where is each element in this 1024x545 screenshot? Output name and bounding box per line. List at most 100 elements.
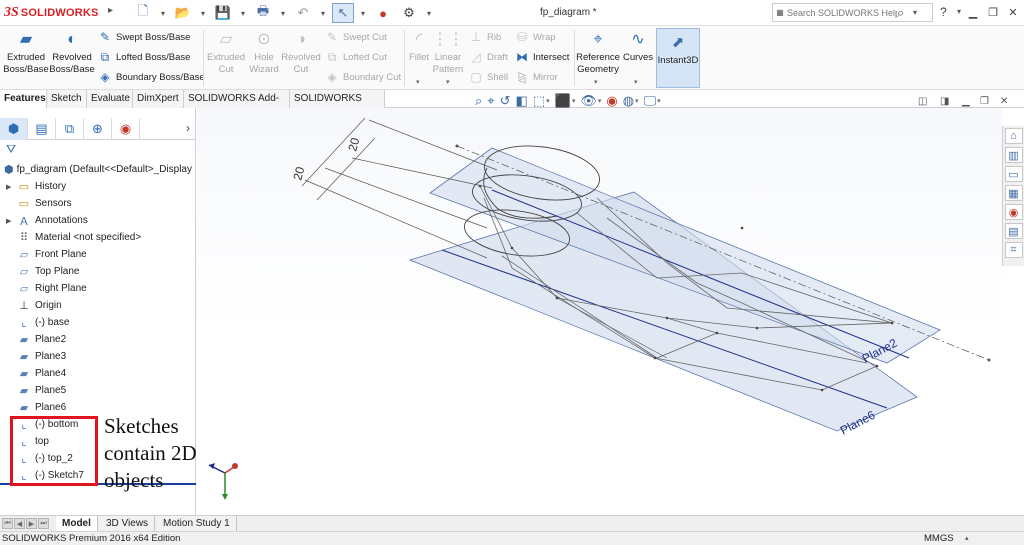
new-document-icon[interactable]: 🗋 xyxy=(132,3,154,23)
logo-menu-arrow-icon[interactable]: ▸ xyxy=(108,5,118,21)
instant3d-button[interactable]: ⬈ Instant3D xyxy=(656,28,700,88)
wrap-button[interactable]: ⛁ Wrap xyxy=(514,28,556,46)
revolved-cut-button[interactable]: ◑ Revolved Cut xyxy=(281,30,321,76)
help-button[interactable]: ? xyxy=(940,5,947,19)
view-palette-icon[interactable]: ▦ xyxy=(1004,185,1023,201)
linear-pattern-button[interactable]: ⋮⋮ Linear Pattern xyxy=(432,30,464,76)
display-style-icon[interactable]: ⬛ xyxy=(555,93,571,109)
search-icon[interactable]: ⌕ xyxy=(897,5,913,21)
save-icon[interactable]: 💾 xyxy=(212,3,234,23)
configuration-manager-tab-icon[interactable]: ⧉ xyxy=(56,117,84,140)
close-icon[interactable]: ✕ xyxy=(1005,4,1021,20)
print-dropdown-icon[interactable]: ▾ xyxy=(278,3,288,23)
fillet-button[interactable]: ◜ Fillet xyxy=(406,30,432,64)
tab-features[interactable]: Features xyxy=(0,90,47,108)
scroll-first-icon[interactable]: ⏮ xyxy=(2,518,13,529)
minimize-icon[interactable]: ▁ xyxy=(965,4,981,20)
tree-item-annotations[interactable]: ▶ Ａ Annotations xyxy=(6,212,88,229)
viewport-expand-icon[interactable]: ◫ xyxy=(918,96,927,107)
expand-arrow-icon[interactable]: ▶ xyxy=(6,183,16,191)
rebuild-traffic-light-icon[interactable]: ● xyxy=(372,3,394,23)
revolved-boss-button[interactable]: ◐ Revolved Boss/Base xyxy=(49,30,94,76)
tree-item-base[interactable]: ⌞ (-) base xyxy=(6,314,69,331)
file-explorer-icon[interactable]: ▭ xyxy=(1004,166,1023,182)
previous-view-icon[interactable]: ↺ xyxy=(500,93,511,109)
units-selector[interactable]: MMGS xyxy=(924,532,954,545)
expand-arrow-icon[interactable]: ▶ xyxy=(6,217,16,225)
property-manager-tab-icon[interactable]: ▤ xyxy=(28,117,56,140)
zoom-to-fit-icon[interactable]: ⌕ xyxy=(475,93,482,109)
curves-button[interactable]: ∿ Curves xyxy=(622,30,654,64)
forum-icon[interactable]: ⌗ xyxy=(1004,242,1023,258)
rib-button[interactable]: ⊥ Rib xyxy=(468,28,502,46)
solidworks-resources-icon[interactable]: ⌂ xyxy=(1004,128,1023,144)
search-box[interactable]: ▦ ⌕ ▾ xyxy=(772,3,933,22)
swept-boss-button[interactable]: ✎ Swept Boss/Base xyxy=(97,28,191,46)
open-folder-icon[interactable]: 📂 xyxy=(172,3,194,23)
mirror-button[interactable]: ⧎ Mirror xyxy=(514,68,558,86)
hide-show-dropdown-icon[interactable]: ▾ xyxy=(598,97,602,105)
shell-button[interactable]: ▢ Shell xyxy=(468,68,508,86)
tree-item-origin[interactable]: ⊥ Origin xyxy=(6,297,61,314)
draft-button[interactable]: ◿ Draft xyxy=(468,48,507,66)
design-library-icon[interactable]: ▥ xyxy=(1004,147,1023,163)
lofted-boss-button[interactable]: ⧉ Lofted Boss/Base xyxy=(97,48,191,66)
view-settings-dropdown-icon[interactable]: ▾ xyxy=(657,97,661,105)
tree-item-right-plane[interactable]: ▱ Right Plane xyxy=(6,280,87,297)
open-dropdown-icon[interactable]: ▾ xyxy=(198,3,208,23)
swept-cut-button[interactable]: ✎ Swept Cut xyxy=(324,28,387,46)
tree-item-front-plane[interactable]: ▱ Front Plane xyxy=(6,246,87,263)
units-dropdown-icon[interactable]: ▴ xyxy=(965,532,969,545)
undo-dropdown-icon[interactable]: ▾ xyxy=(318,3,328,23)
view-orientation-icon[interactable]: ⬚ xyxy=(533,93,545,109)
hide-show-icon[interactable]: 👁 xyxy=(580,93,597,109)
tree-item-top-plane[interactable]: ▱ Top Plane xyxy=(6,263,80,280)
search-dropdown-icon[interactable]: ▾ xyxy=(913,8,923,17)
tree-item-plane6[interactable]: ▰ Plane6 xyxy=(6,399,66,416)
viewport-restore-icon[interactable]: ❐ xyxy=(980,96,989,107)
appearances-icon[interactable]: ◉ xyxy=(1004,204,1023,220)
intersect-button[interactable]: ⧓ Intersect xyxy=(514,48,569,66)
tree-item-plane5[interactable]: ▰ Plane5 xyxy=(6,382,66,399)
viewport-collapse-icon[interactable]: ◨ xyxy=(940,96,949,107)
scene-icon[interactable]: ◍ xyxy=(623,93,634,109)
lofted-cut-button[interactable]: ⧉ Lofted Cut xyxy=(324,48,387,66)
zoom-to-area-icon[interactable]: ⌖ xyxy=(487,93,494,109)
graphics-viewport[interactable]: 20 20 Plane2 Plane6 xyxy=(197,108,1002,515)
scroll-prev-icon[interactable]: ◀ xyxy=(14,518,25,529)
boundary-boss-button[interactable]: ◈ Boundary Boss/Base xyxy=(97,68,204,86)
extruded-cut-button[interactable]: ▱ Extruded Cut xyxy=(206,30,246,76)
tree-item-plane2[interactable]: ▰ Plane2 xyxy=(6,331,66,348)
custom-properties-icon[interactable]: ▤ xyxy=(1004,223,1023,239)
tab-model[interactable]: Model xyxy=(56,516,98,532)
dimension-value[interactable]: 20 xyxy=(345,136,362,153)
tab-sketch[interactable]: Sketch xyxy=(47,90,87,108)
new-dropdown-icon[interactable]: ▾ xyxy=(158,3,168,23)
panel-more-chevron-icon[interactable]: › xyxy=(186,121,190,135)
extruded-boss-button[interactable]: ▰ Extruded Boss/Base xyxy=(3,30,48,76)
hole-wizard-button[interactable]: ⊙ Hole Wizard xyxy=(246,30,282,76)
fillet-dropdown-icon[interactable]: ▾ xyxy=(416,78,420,86)
appearance-icon[interactable]: ◉ xyxy=(606,93,617,109)
dimension-value[interactable]: 20 xyxy=(290,165,307,182)
select-dropdown-icon[interactable]: ▾ xyxy=(358,3,368,23)
viewport-minimize-icon[interactable]: ▁ xyxy=(962,96,970,107)
tab-evaluate[interactable]: Evaluate xyxy=(87,90,133,108)
tab-mbd[interactable]: SOLIDWORKS MBD xyxy=(290,90,385,121)
tab-3d-views[interactable]: 3D Views xyxy=(100,516,156,532)
display-manager-tab-icon[interactable]: ◉ xyxy=(112,117,140,140)
search-input[interactable] xyxy=(787,7,897,18)
tab-motion-study[interactable]: Motion Study 1 xyxy=(157,516,237,532)
scroll-next-icon[interactable]: ▶ xyxy=(26,518,37,529)
search-scope-icon[interactable]: ▦ xyxy=(773,8,787,17)
tree-item-sensors[interactable]: ▭ Sensors xyxy=(6,195,72,212)
restore-icon[interactable]: ❐ xyxy=(985,4,1001,20)
view-settings-icon[interactable]: 🖵 xyxy=(644,93,657,109)
view-orientation-dropdown-icon[interactable]: ▾ xyxy=(546,97,550,105)
save-dropdown-icon[interactable]: ▾ xyxy=(238,3,248,23)
tab-dimxpert[interactable]: DimXpert xyxy=(133,90,184,108)
help-dropdown-icon[interactable]: ▾ xyxy=(957,7,961,16)
print-icon[interactable]: 🖶 xyxy=(252,3,274,23)
tab-addins[interactable]: SOLIDWORKS Add-Ins xyxy=(184,90,290,121)
curves-dropdown-icon[interactable]: ▾ xyxy=(634,78,638,86)
